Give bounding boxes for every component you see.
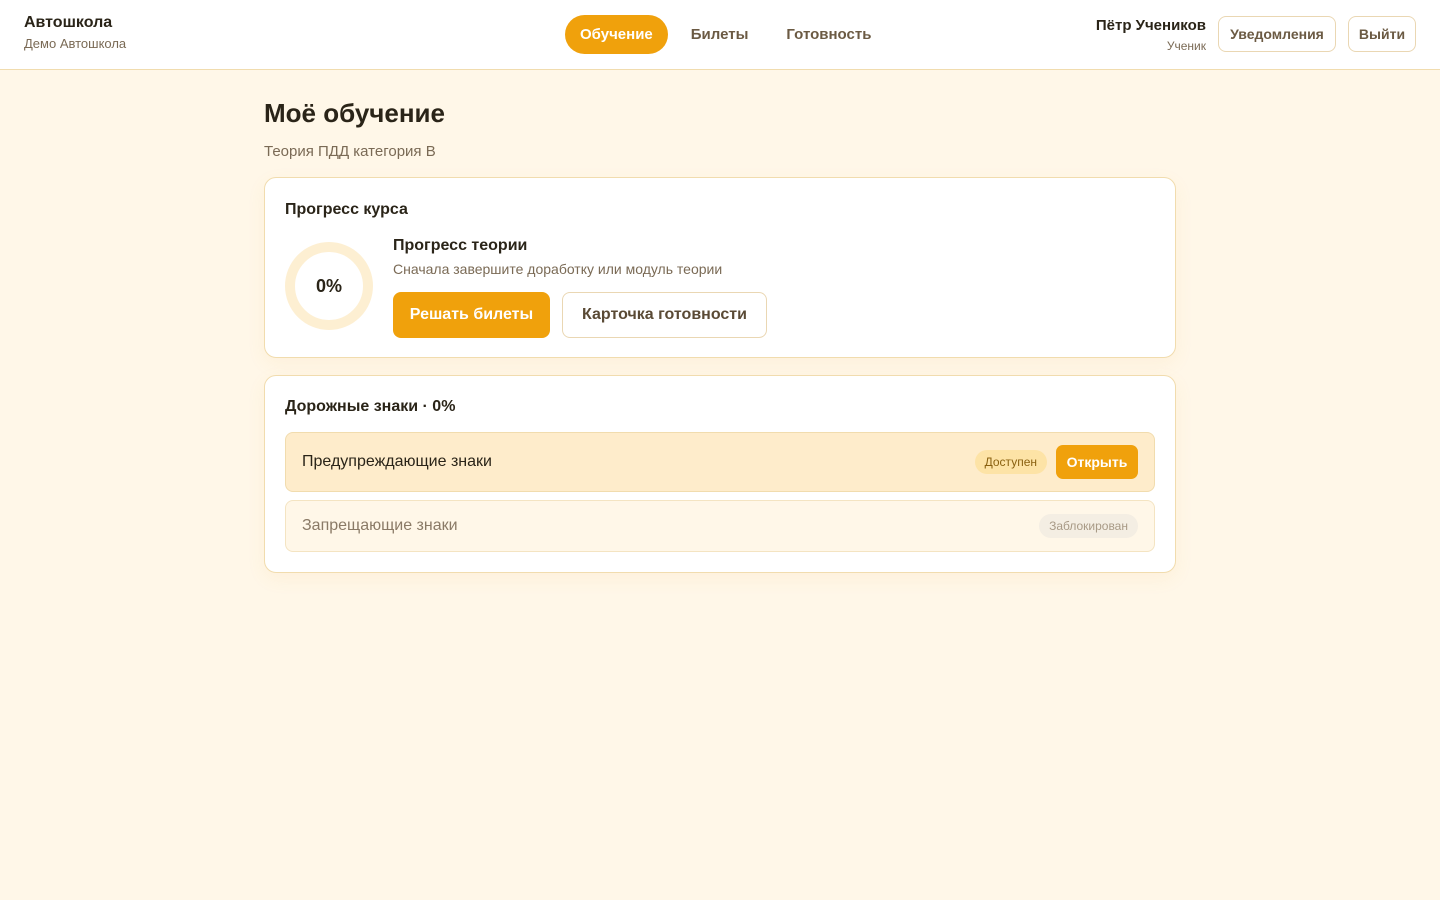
module-row-prohibitory-signs: Запрещающие знаки Заблокирован: [285, 500, 1155, 552]
brand-subtitle: Демо Автошкола: [24, 36, 127, 51]
brand-title: Автошкола: [24, 14, 113, 31]
course-progress-card: Прогресс курса 0% Прогресс теории Сначал…: [264, 177, 1176, 358]
readiness-card-button[interactable]: Карточка готовности: [562, 292, 767, 338]
page-title: Моё обучение: [264, 98, 445, 128]
open-module-button[interactable]: Открыть: [1056, 445, 1138, 479]
top-header: Автошкола Демо Автошкола Обучение Билеты…: [0, 0, 1440, 70]
user-name: Пётр Учеников: [1095, 17, 1206, 34]
page-subtitle: Теория ПДД категория B: [264, 143, 436, 160]
main-content: Моё обучение Теория ПДД категория B Прог…: [264, 96, 1176, 573]
theory-progress-subtitle: Сначала завершите доработку или модуль т…: [393, 261, 723, 277]
progress-ring: 0%: [285, 242, 373, 330]
main-nav: Обучение Билеты Готовность: [565, 15, 894, 54]
module-name: Запрещающие знаки: [302, 517, 458, 534]
card-title: Дорожные знаки · 0%: [285, 398, 456, 415]
nav-tab-readiness[interactable]: Готовность: [771, 15, 886, 54]
progress-percent: 0%: [315, 276, 342, 296]
notifications-button[interactable]: Уведомления: [1218, 16, 1336, 52]
logout-button[interactable]: Выйти: [1348, 16, 1416, 52]
module-row-warning-signs[interactable]: Предупреждающие знаки Доступен Открыть: [285, 432, 1155, 492]
theory-progress-title: Прогресс теории: [393, 237, 528, 254]
nav-tab-tickets[interactable]: Билеты: [676, 15, 764, 54]
nav-tab-learning[interactable]: Обучение: [565, 15, 668, 54]
road-signs-card: Дорожные знаки · 0% Предупреждающие знак…: [264, 375, 1176, 573]
status-badge: Доступен: [974, 450, 1047, 474]
brand[interactable]: Автошкола Демо Автошкола: [24, 13, 126, 53]
card-title: Прогресс курса: [285, 201, 408, 218]
solve-tickets-button[interactable]: Решать билеты: [393, 292, 550, 338]
user-info: Пётр Учеников Ученик: [1096, 16, 1206, 54]
user-role: Ученик: [1166, 39, 1206, 53]
status-badge: Заблокирован: [1039, 514, 1138, 538]
module-name: Предупреждающие знаки: [302, 453, 492, 470]
